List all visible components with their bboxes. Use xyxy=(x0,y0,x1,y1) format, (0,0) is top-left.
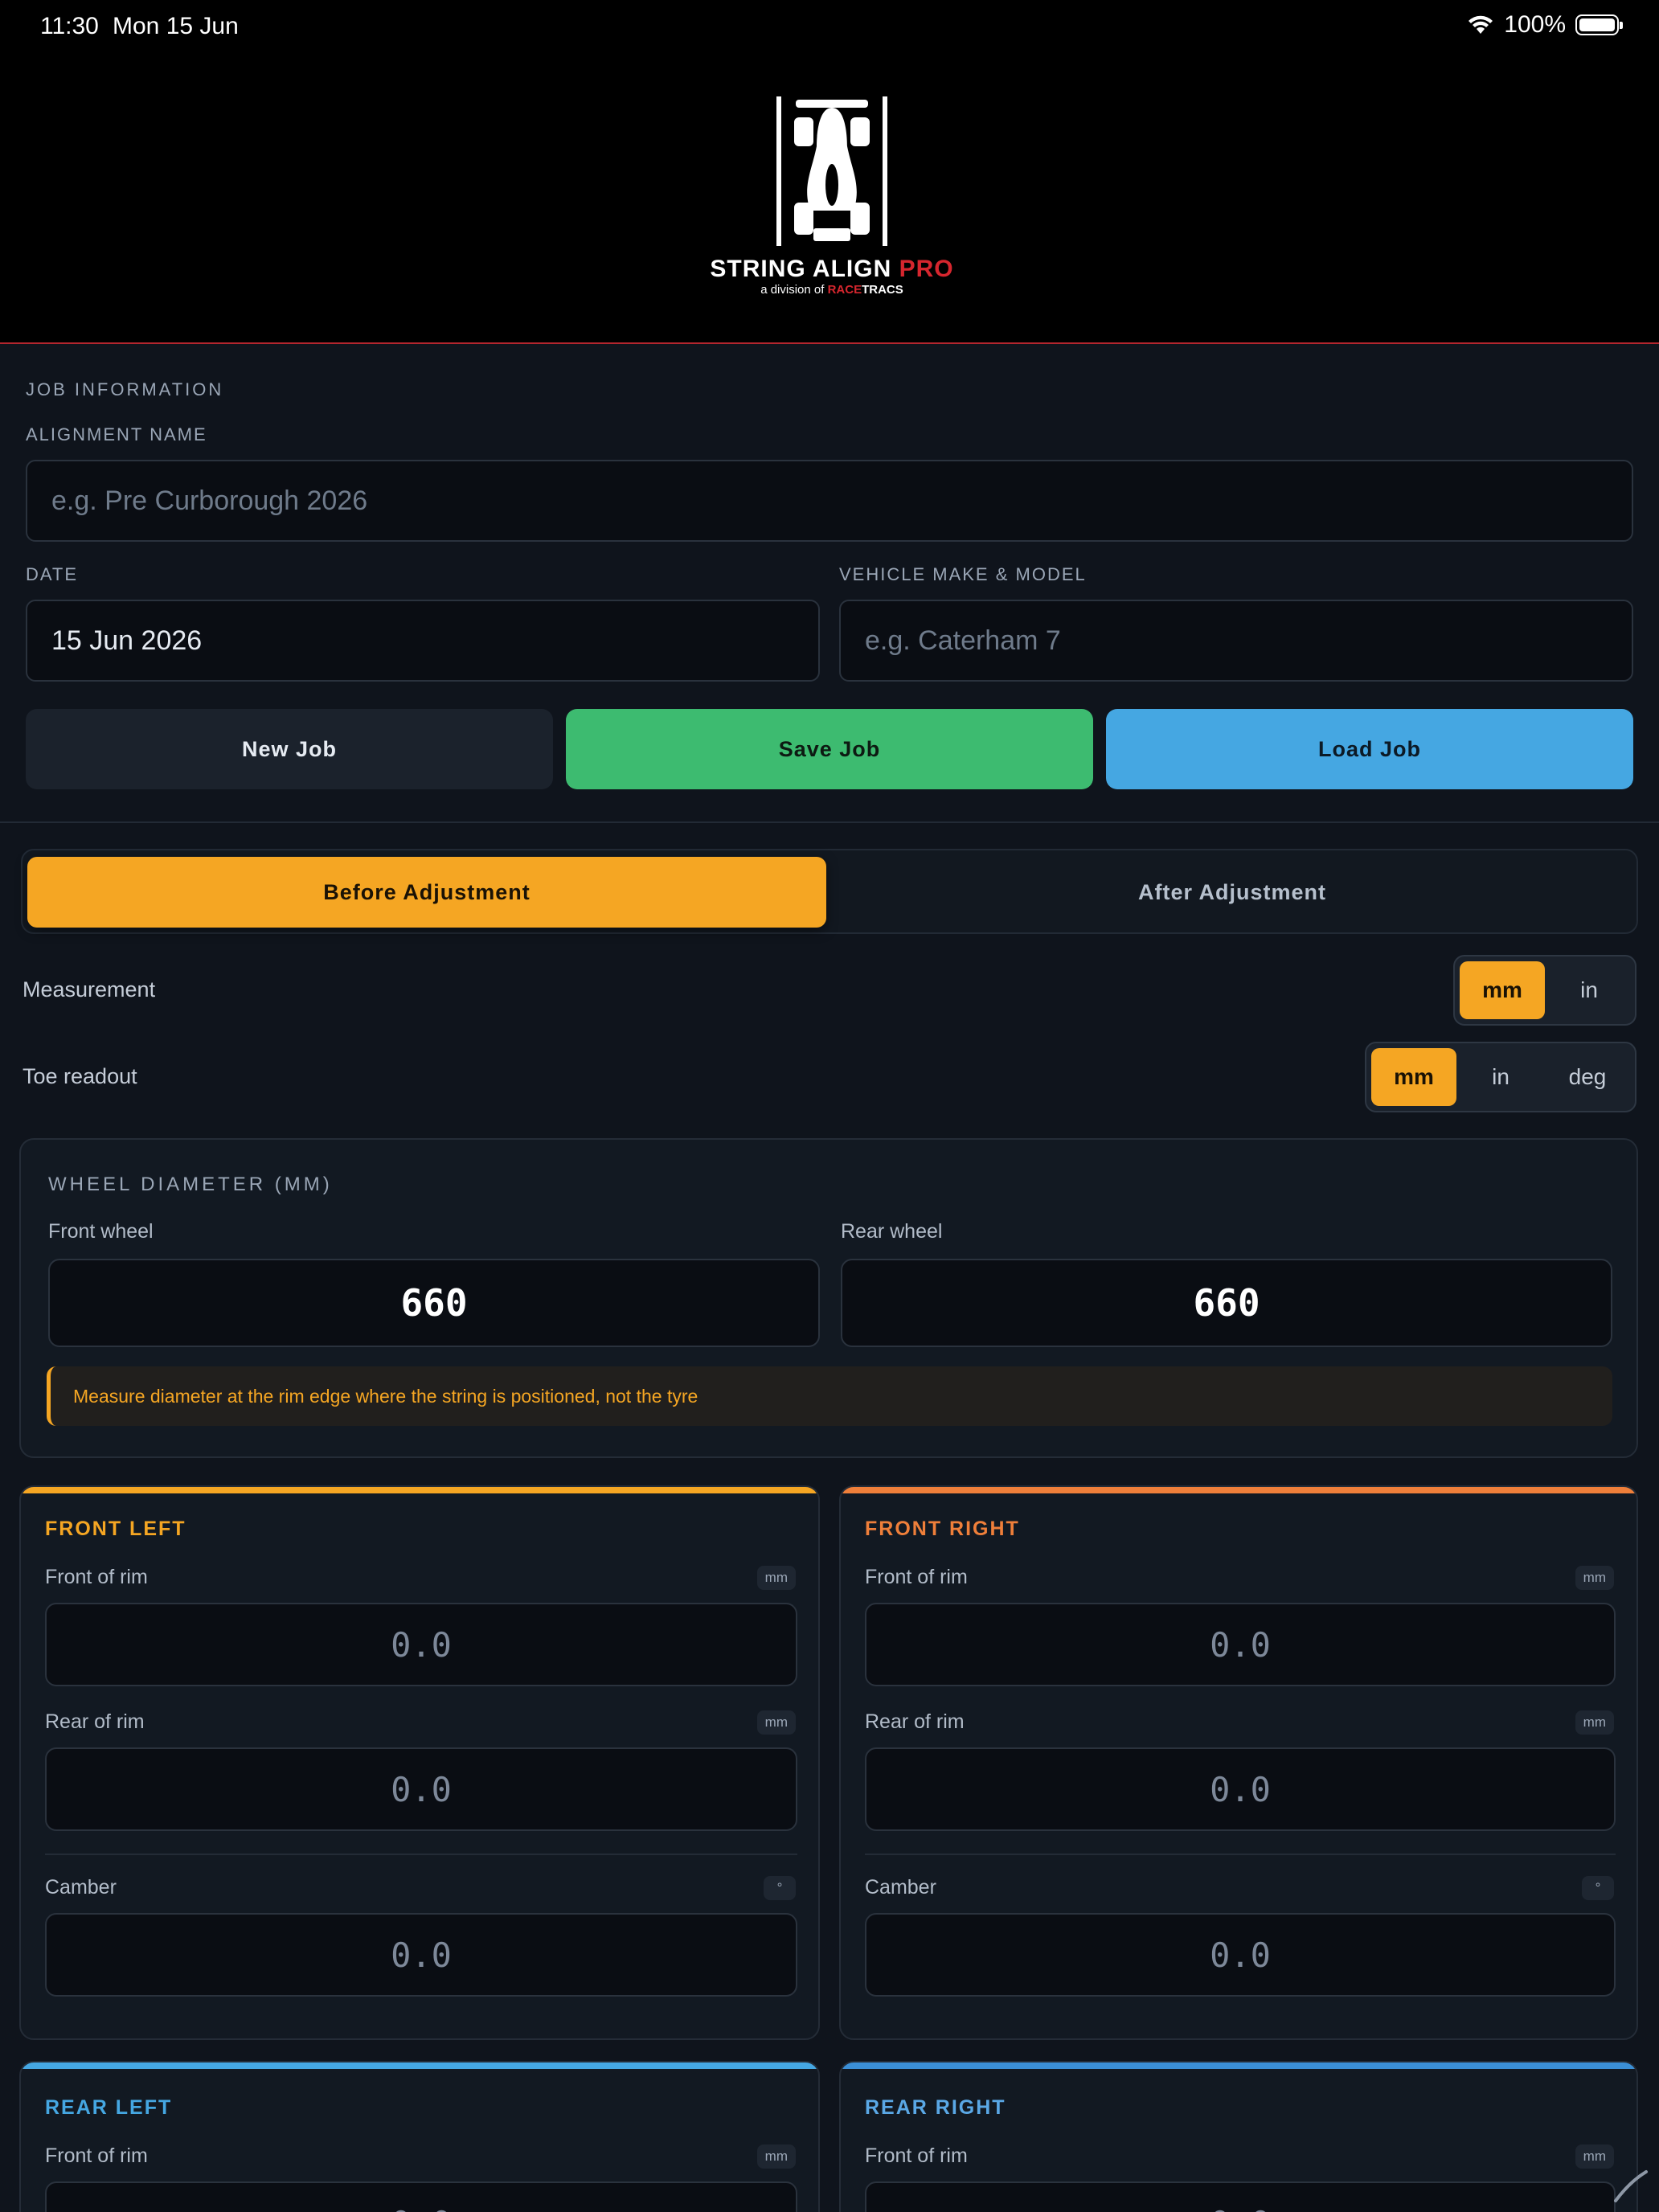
toe-readout-label: Toe readout xyxy=(23,1064,137,1088)
rear-left-accent-bar xyxy=(21,2062,818,2069)
measurement-toggle: mm in xyxy=(1453,955,1636,1026)
load-job-button[interactable]: Load Job xyxy=(1106,709,1633,789)
wheel-diameter-title: WHEEL DIAMETER (MM) xyxy=(48,1174,333,1195)
rear-left-title: REAR LEFT xyxy=(45,2096,173,2119)
rr-front-of-rim-unit: mm xyxy=(1575,2144,1614,2169)
front-left-title: FRONT LEFT xyxy=(45,1518,186,1540)
fl-camber-unit: ° xyxy=(764,1876,796,1900)
tab-before-adjustment[interactable]: Before Adjustment xyxy=(27,857,826,928)
front-left-accent-bar xyxy=(21,1487,818,1493)
app-header: 11:30 Mon 15 Jun 100% STRING ALIGN PRO a… xyxy=(0,0,1659,344)
date-field[interactable]: 15 Jun 2026 xyxy=(26,600,820,682)
brand-title: STRING ALIGN PRO xyxy=(710,256,954,282)
date-label: DATE xyxy=(26,564,79,584)
fr-rear-of-rim-label: Rear of rim xyxy=(865,1710,965,1733)
rr-front-of-rim-input[interactable]: 0.0 xyxy=(865,2181,1616,2212)
fl-divider xyxy=(45,1854,797,1855)
vehicle-input[interactable]: e.g. Caterham 7 xyxy=(839,600,1633,682)
rear-right-accent-bar xyxy=(841,2062,1636,2069)
rear-right-title: REAR RIGHT xyxy=(865,2096,1006,2119)
status-date: Mon 15 Jun xyxy=(113,13,239,39)
status-bar: 11:30 Mon 15 Jun 100% xyxy=(0,0,1659,51)
race-car-icon xyxy=(776,96,887,246)
battery-icon xyxy=(1575,14,1623,35)
fl-rear-of-rim-input[interactable]: 0.0 xyxy=(45,1747,797,1831)
wifi-icon xyxy=(1469,15,1493,34)
status-time: 11:30 xyxy=(40,13,99,39)
brand-subtitle: a division of RACETRACS xyxy=(760,283,903,297)
save-job-button[interactable]: Save Job xyxy=(566,709,1093,789)
rr-front-of-rim-label: Front of rim xyxy=(865,2144,968,2167)
rl-front-of-rim-input[interactable]: 0.0 xyxy=(45,2181,797,2212)
tab-after-adjustment[interactable]: After Adjustment xyxy=(833,857,1632,928)
rear-wheel-diameter-input[interactable]: 660 xyxy=(841,1259,1612,1347)
measurement-label: Measurement xyxy=(23,977,156,1002)
toe-readout-toggle: mm in deg xyxy=(1365,1042,1636,1112)
alignment-name-label: ALIGNMENT NAME xyxy=(26,424,207,444)
fr-camber-input[interactable]: 0.0 xyxy=(865,1913,1616,1997)
rl-front-of-rim-label: Front of rim xyxy=(45,2144,148,2167)
front-wheel-label: Front wheel xyxy=(48,1220,154,1243)
new-job-button[interactable]: New Job xyxy=(26,709,553,789)
front-wheel-diameter-input[interactable]: 660 xyxy=(48,1259,820,1347)
front-right-accent-bar xyxy=(841,1487,1636,1493)
alignment-name-input[interactable]: e.g. Pre Curborough 2026 xyxy=(26,460,1633,542)
fr-front-of-rim-unit: mm xyxy=(1575,1566,1614,1590)
rear-wheel-label: Rear wheel xyxy=(841,1220,943,1243)
fl-camber-input[interactable]: 0.0 xyxy=(45,1913,797,1997)
adjustment-mode-tabs: Before Adjustment After Adjustment xyxy=(21,849,1638,934)
fl-front-of-rim-label: Front of rim xyxy=(45,1566,148,1588)
fr-front-of-rim-label: Front of rim xyxy=(865,1566,968,1588)
fl-front-of-rim-unit: mm xyxy=(756,1566,796,1590)
front-left-card: FRONT LEFT Front of rim mm 0.0 Rear of r… xyxy=(19,1485,820,2040)
fr-rear-of-rim-input[interactable]: 0.0 xyxy=(865,1747,1616,1831)
toe-deg-option[interactable]: deg xyxy=(1545,1048,1630,1106)
fr-camber-label: Camber xyxy=(865,1876,936,1899)
brand-logo: STRING ALIGN PRO a division of RACETRACS xyxy=(699,90,965,299)
measurement-in-option[interactable]: in xyxy=(1546,961,1632,1019)
toe-mm-option[interactable]: mm xyxy=(1371,1048,1456,1106)
front-right-card: FRONT RIGHT Front of rim mm 0.0 Rear of … xyxy=(839,1485,1638,2040)
fl-camber-label: Camber xyxy=(45,1876,117,1899)
fl-rear-of-rim-unit: mm xyxy=(756,1710,796,1735)
fr-rear-of-rim-unit: mm xyxy=(1575,1710,1614,1735)
rear-right-card: REAR RIGHT Front of rim mm 0.0 xyxy=(839,2061,1638,2212)
battery-percent: 100% xyxy=(1504,11,1566,38)
fl-rear-of-rim-label: Rear of rim xyxy=(45,1710,145,1733)
resize-handle-icon[interactable] xyxy=(1611,2165,1651,2206)
section-divider xyxy=(0,821,1659,823)
fr-camber-unit: ° xyxy=(1582,1876,1614,1900)
fr-divider xyxy=(865,1854,1616,1855)
front-right-title: FRONT RIGHT xyxy=(865,1518,1020,1540)
status-right: 100% xyxy=(1467,11,1623,39)
job-section-title: JOB INFORMATION xyxy=(26,379,224,399)
fl-front-of-rim-input[interactable]: 0.0 xyxy=(45,1603,797,1686)
vehicle-label: VEHICLE MAKE & MODEL xyxy=(839,564,1087,584)
fr-front-of-rim-input[interactable]: 0.0 xyxy=(865,1603,1616,1686)
diameter-hint: Measure diameter at the rim edge where t… xyxy=(47,1366,1612,1426)
rear-left-card: REAR LEFT Front of rim mm 0.0 xyxy=(19,2061,820,2212)
measurement-mm-option[interactable]: mm xyxy=(1460,961,1545,1019)
toe-in-option[interactable]: in xyxy=(1458,1048,1543,1106)
rl-front-of-rim-unit: mm xyxy=(756,2144,796,2169)
